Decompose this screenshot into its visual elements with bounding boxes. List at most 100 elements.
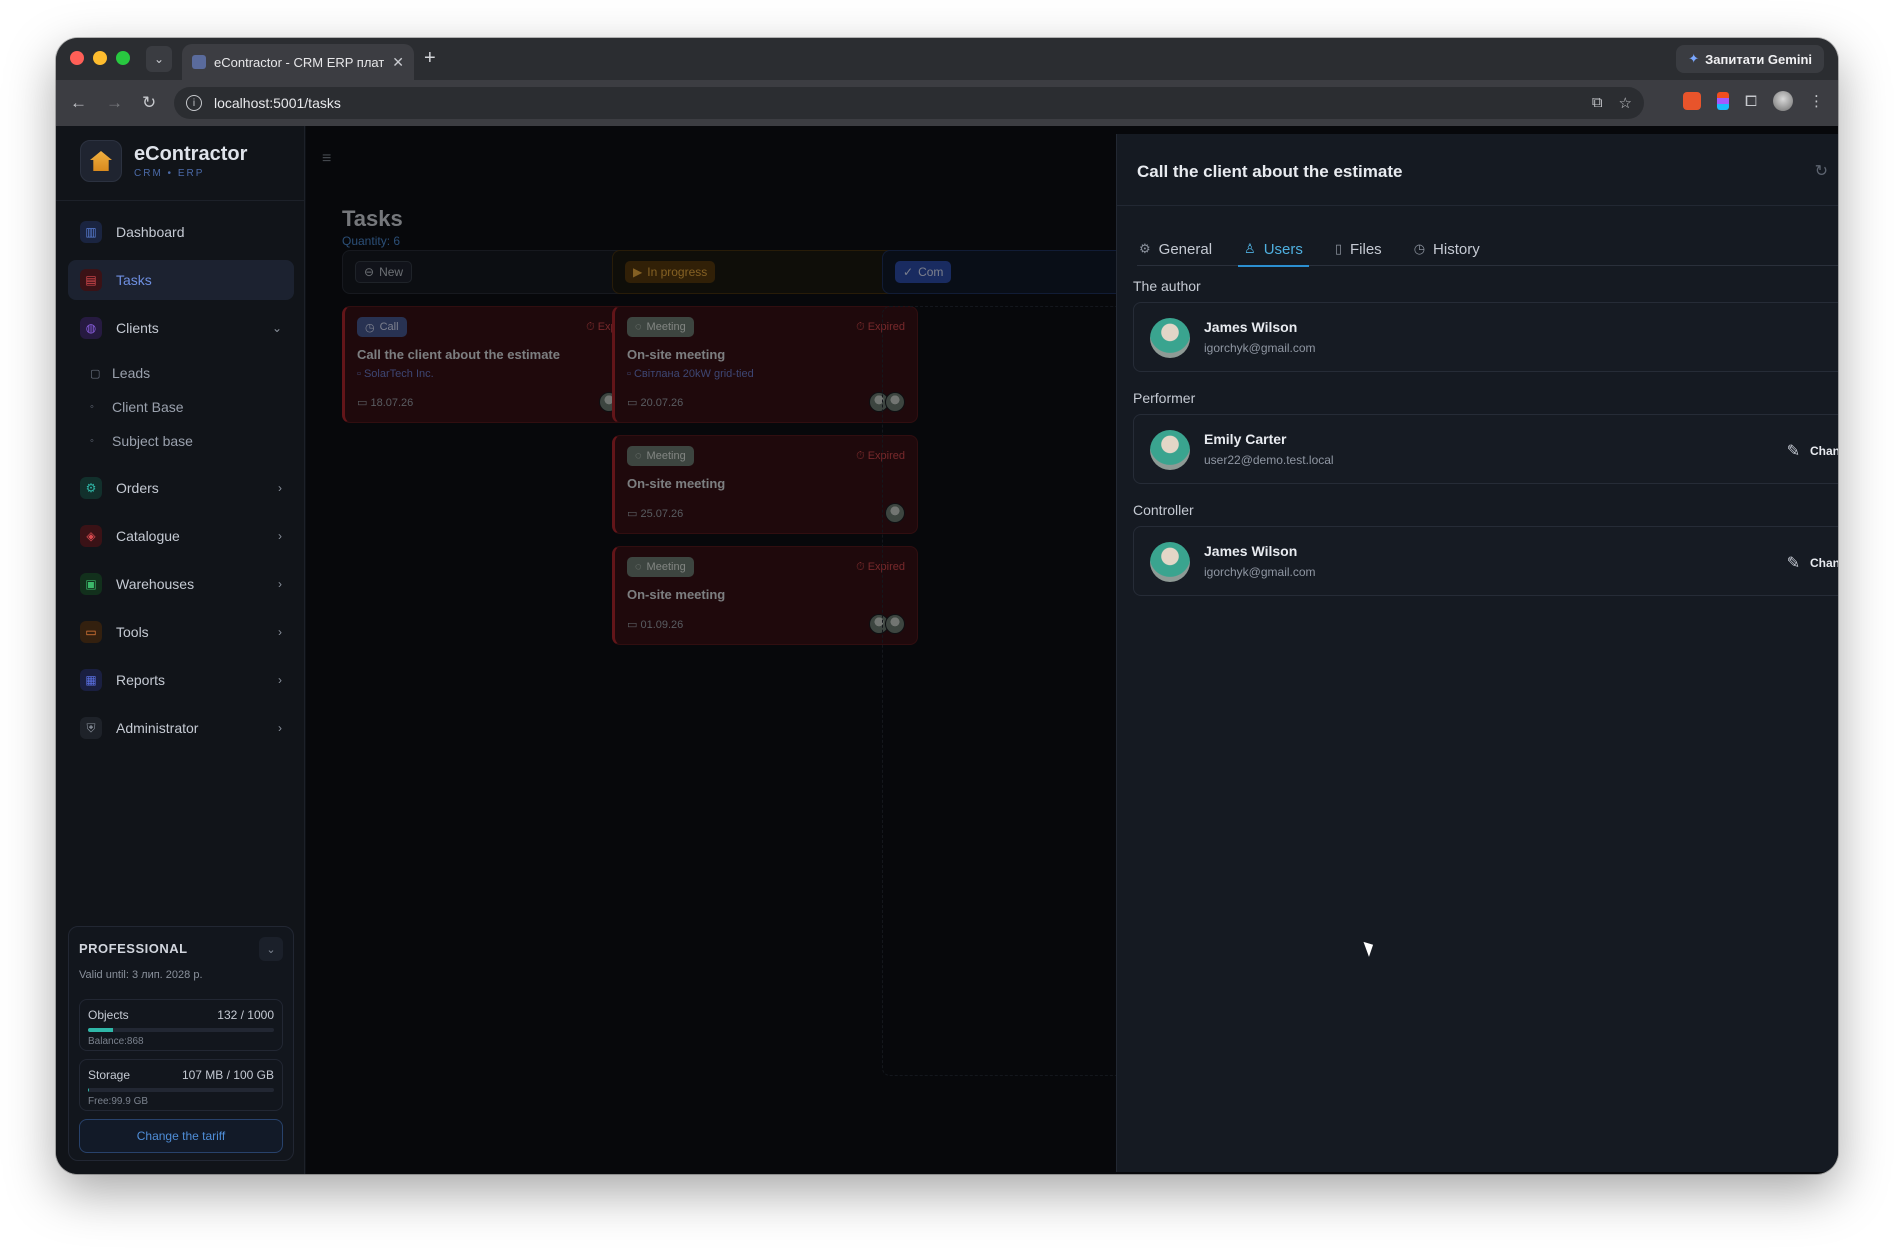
minimize-window-button[interactable] — [93, 51, 107, 65]
person-icon: ◌ — [635, 450, 642, 462]
brand-subtitle: CRM • ERP — [134, 168, 205, 179]
status-badge: ✓ Com — [895, 261, 952, 283]
clock-icon: ◷ — [1413, 241, 1426, 256]
person-name: Emily Carter — [1204, 431, 1287, 447]
profile-avatar[interactable] — [1773, 91, 1793, 111]
sidebar-subitem-label: Client Base — [112, 399, 184, 415]
tab-label: Files — [1350, 240, 1382, 258]
tab-files[interactable]: ▯ Files — [1333, 232, 1384, 266]
refresh-icon[interactable]: ↻ — [1815, 161, 1828, 181]
task-date: ▭ 18.07.26 — [357, 396, 413, 409]
gear-icon: ⚙ — [1139, 241, 1151, 256]
task-title: On-site meeting — [627, 476, 726, 491]
quota-storage: Storage 107 MB / 100 GB Free:99.9 GB — [79, 1059, 283, 1111]
tab-label: General — [1158, 240, 1213, 258]
quota-foot: Free:99.9 GB — [88, 1096, 149, 1107]
sidebar-subitem-subject-base[interactable]: ◦ Subject base — [68, 424, 294, 458]
sidebar-item-label: Reports — [116, 672, 166, 688]
sidebar-item-orders[interactable]: ⚙ Orders › — [68, 468, 294, 508]
person-icon: ◌ — [635, 321, 642, 333]
chevron-down-icon: ⌄ — [271, 321, 282, 335]
status-badge: ▶ In progress — [625, 261, 716, 283]
sidebar-item-tasks[interactable]: ▤ Tasks — [68, 260, 294, 300]
calendar-icon: ▭ — [357, 396, 368, 409]
plan-collapse-button[interactable]: ⌄ — [259, 937, 283, 961]
figma-extension-icon[interactable] — [1716, 92, 1729, 110]
clipboard-icon: ▤ — [80, 269, 102, 291]
gemini-label: Запитати Gemini — [1705, 51, 1812, 67]
browser-window: ⌄ eContractor - CRM ERP плат ✕ + ✦ Запит… — [56, 38, 1838, 1174]
file-icon: ▯ — [1334, 241, 1343, 256]
tag-icon: ◈ — [80, 525, 102, 547]
bookmark-star-icon[interactable]: ☆ — [1619, 94, 1632, 112]
person-email: igorchyk@gmail.com — [1204, 341, 1316, 355]
sparkle-icon: ✦ — [1688, 51, 1700, 66]
forward-arrow-icon[interactable]: → — [106, 93, 123, 113]
change-performer-button[interactable]: ✎ Change — [1787, 441, 1838, 461]
gemini-button[interactable]: ✦ Запитати Gemini — [1676, 45, 1824, 73]
sidebar-subitem-leads[interactable]: ▢ Leads — [68, 356, 294, 390]
extension-orange-icon[interactable] — [1682, 92, 1701, 110]
chevron-right-icon: › — [278, 625, 282, 639]
tab-users[interactable]: ♙ Users — [1238, 232, 1309, 267]
task-card[interactable]: ◌ Meeting ⏱ Expired On-site meeting ▭ 01.… — [612, 546, 918, 645]
address-bar[interactable]: i localhost:5001/tasks ⧉ ☆ — [174, 87, 1644, 119]
tab-history[interactable]: ◷ History — [1412, 232, 1482, 266]
task-client-label: Світлана 20kW grid-tied — [633, 368, 754, 380]
quota-progress-fill — [88, 1088, 89, 1092]
task-card[interactable]: ◌ Meeting ⏱ Expired On-site meeting ▫ Сві… — [612, 306, 918, 423]
reload-icon[interactable]: ↻ — [142, 93, 156, 113]
menu-toggle-icon[interactable]: ≡ — [322, 150, 331, 168]
drawer-tabs: ⚙ General ♙ Users ▯ Files ◷ History — [1137, 232, 1838, 267]
sidebar-subitem-client-base[interactable]: ◦ Client Base — [68, 390, 294, 424]
plan-title: PROFESSIONAL — [79, 941, 188, 956]
sidebar-item-reports[interactable]: ▦ Reports › — [68, 660, 294, 700]
quota-label: Objects — [88, 1008, 129, 1022]
task-client-link[interactable]: ▫ SolarTech Inc. — [357, 368, 635, 380]
change-tariff-button[interactable]: Change the tariff — [79, 1119, 283, 1153]
change-controller-button[interactable]: ✎ Change — [1787, 553, 1838, 573]
gear-icon: ⚙ — [80, 477, 102, 499]
tab-general[interactable]: ⚙ General — [1137, 232, 1214, 266]
sidebar-item-clients[interactable]: ◍ Clients ⌄ — [68, 308, 294, 348]
back-arrow-icon[interactable]: ← — [70, 93, 87, 113]
column-header: ⊖ New 1 — [342, 250, 648, 294]
sidebar-item-label: Administrator — [116, 720, 199, 736]
chevron-down-icon: ⌄ — [153, 52, 165, 66]
status-badge: ⊖ New — [355, 261, 413, 283]
extensions-puzzle-icon[interactable]: ⧠ — [1745, 93, 1757, 110]
sidebar-item-warehouses[interactable]: ▣ Warehouses › — [68, 564, 294, 604]
maximize-window-button[interactable] — [116, 51, 130, 65]
new-tab-button[interactable]: + — [424, 47, 436, 70]
close-tab-icon[interactable]: ✕ — [392, 54, 404, 71]
task-card[interactable]: ◌ Meeting ⏱ Expired On-site meeting ▭ 25.… — [612, 435, 918, 534]
list-icon: ▢ — [90, 367, 101, 380]
close-window-button[interactable] — [70, 51, 84, 65]
brand[interactable]: eContractor CRM • ERP — [80, 140, 247, 182]
quota-value: 132 / 1000 — [217, 1008, 274, 1022]
browser-tab-strip: ⌄ eContractor - CRM ERP плат ✕ + ✦ Запит… — [56, 38, 1838, 80]
task-type-label: Meeting — [646, 450, 686, 462]
sidebar-item-catalogue[interactable]: ◈ Catalogue › — [68, 516, 294, 556]
chevron-right-icon: › — [278, 529, 282, 543]
task-client-link[interactable]: ▫ Світлана 20kW grid-tied — [627, 368, 905, 380]
chart-icon: ▥ — [80, 221, 102, 243]
sidebar-divider — [56, 200, 304, 201]
person-email: user22@demo.test.local — [1204, 453, 1334, 467]
status-badge-label: New — [379, 265, 404, 279]
browser-tab-active[interactable]: eContractor - CRM ERP плат ✕ — [182, 44, 414, 80]
task-card[interactable]: ◷Call ⏱ Expired Call the client about th… — [342, 306, 648, 423]
browser-menu-icon[interactable]: ⋮ — [1809, 92, 1824, 110]
task-date-label: 18.07.26 — [370, 396, 414, 409]
drawer-title: Call the client about the estimate — [1137, 162, 1403, 181]
sidebar-item-tools[interactable]: ▭ Tools › — [68, 612, 294, 652]
install-app-icon[interactable]: ⧉ — [1592, 94, 1603, 112]
sidebar-item-label: Clients — [116, 320, 159, 336]
site-info-icon[interactable]: i — [186, 95, 202, 111]
tasks-quantity: Quantity: 6 — [342, 234, 401, 248]
column-new: ⊖ New 1 ◷Call ⏱ Expired Call the client … — [342, 250, 648, 423]
tab-search-button[interactable]: ⌄ — [146, 46, 172, 72]
sidebar-item-dashboard[interactable]: ▥ Dashboard — [68, 212, 294, 252]
sidebar-item-label: Warehouses — [116, 576, 195, 592]
sidebar-item-administrator[interactable]: ⛨ Administrator › — [68, 708, 294, 748]
